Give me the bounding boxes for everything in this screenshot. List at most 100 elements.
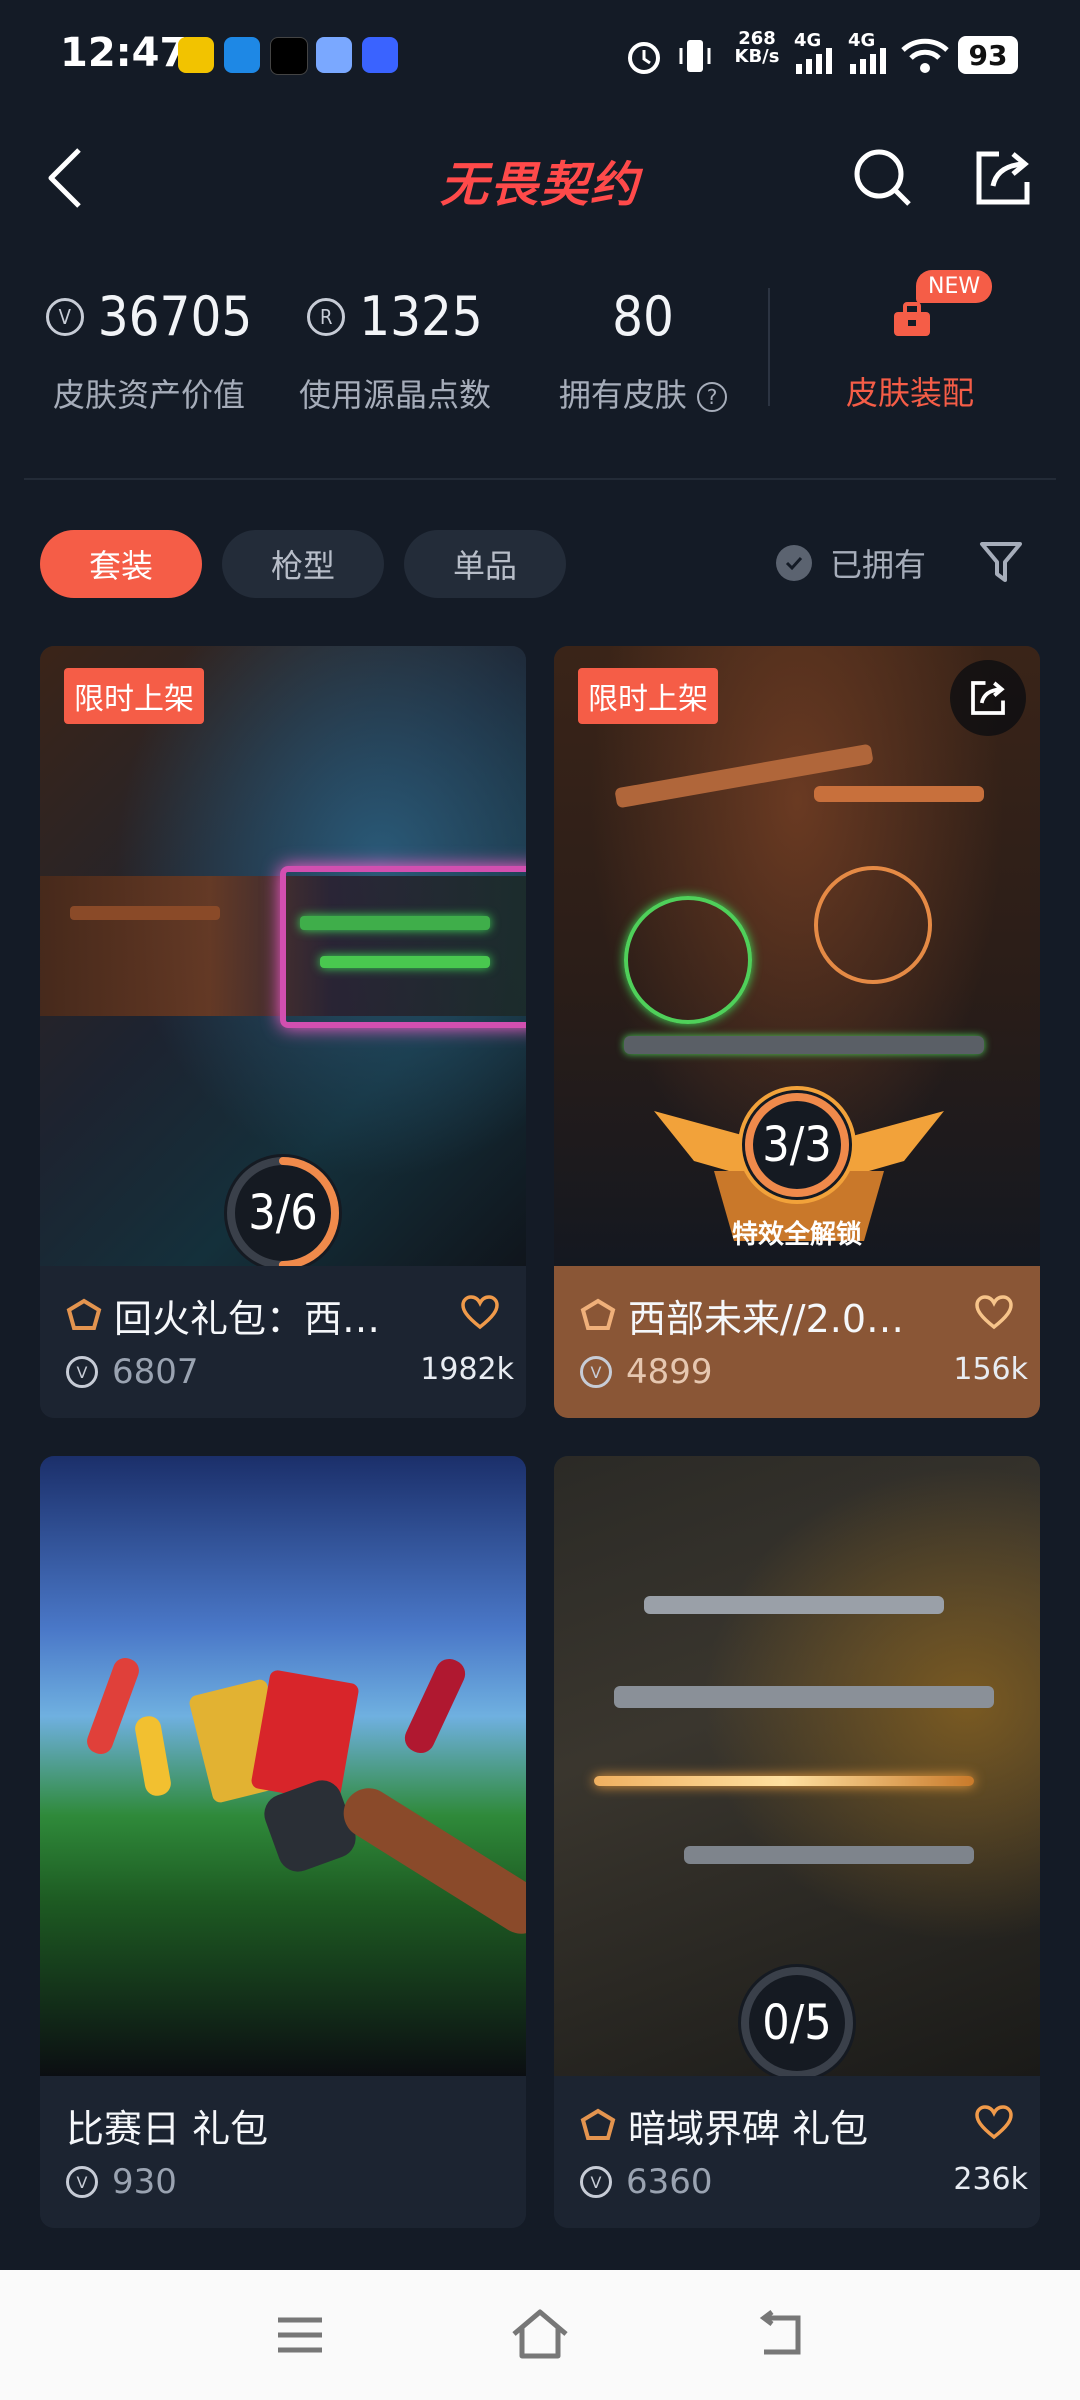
weapon-shape	[320, 956, 490, 968]
bundle-price: 930	[112, 2162, 177, 2202]
bundle-card[interactable]: 比赛日 礼包 V 930	[40, 1456, 526, 2228]
bundle-price: 4899	[626, 1352, 713, 1392]
bundle-card[interactable]: 限时上架 3/3 特效全解锁 西部未来//2.0… V 4899 156k	[554, 646, 1040, 1418]
blade-shape	[594, 1776, 974, 1786]
tier-icon	[580, 2108, 616, 2140]
card-footer: 暗域界碑 礼包 V 6360 236k	[554, 2076, 1040, 2228]
progress-text: 0/5	[762, 1995, 832, 2051]
stat-label: 拥有皮肤	[558, 376, 687, 414]
stat-owned-skins[interactable]: 80 拥有皮肤 ?	[548, 285, 738, 416]
share-card-button[interactable]	[950, 660, 1026, 736]
search-button[interactable]	[848, 143, 918, 213]
favorite-button[interactable]	[460, 1294, 500, 1334]
charm-shape	[133, 1714, 173, 1798]
home-icon	[512, 2309, 568, 2359]
weapon-shape	[300, 916, 490, 930]
filter-button[interactable]	[978, 540, 1024, 588]
bundle-price: 6360	[626, 2162, 713, 2202]
bundle-name: 回火礼包：西…	[114, 1297, 381, 1341]
bundle-name: 比赛日 礼包	[66, 2107, 269, 2151]
like-count: 156k	[953, 1352, 1028, 1387]
heart-icon	[975, 1295, 1013, 1330]
tier-icon	[66, 1298, 102, 1330]
owned-filter[interactable]: 已拥有	[776, 540, 926, 586]
heart-icon	[975, 2105, 1013, 2140]
wifi-icon	[900, 36, 950, 80]
bundle-image: 0/5	[554, 1456, 1040, 2082]
share-icon	[976, 151, 1030, 205]
signal-icon	[848, 48, 892, 78]
status-time: 12:47	[60, 30, 188, 76]
stat-value: 1325	[359, 285, 483, 348]
app-icon	[178, 37, 214, 73]
back-nav-button[interactable]	[750, 2310, 810, 2364]
valorant-point-icon: V	[66, 1356, 98, 1388]
stat-radianite: R 1325 使用源晶点数	[284, 285, 506, 416]
page-title: 无畏契约	[439, 157, 640, 213]
checkbox-icon[interactable]	[776, 545, 812, 581]
help-icon[interactable]: ?	[697, 382, 728, 412]
app-icon	[362, 37, 398, 73]
menu-icon	[278, 2317, 322, 2353]
funnel-icon	[980, 542, 1022, 582]
valorant-point-icon: V	[580, 1356, 612, 1388]
stat-value: 80	[612, 285, 674, 348]
arm-shape	[334, 1778, 526, 1944]
back-icon	[759, 2310, 801, 2355]
favorite-button[interactable]	[974, 1294, 1014, 1334]
like-count: 236k	[953, 2162, 1028, 2197]
progress-text: 3/6	[248, 1185, 318, 1241]
menu-button[interactable]	[270, 2310, 330, 2364]
weapon-shape	[684, 1846, 974, 1864]
valorant-point-icon: V	[66, 2166, 98, 2198]
valorant-point-icon: V	[45, 297, 84, 336]
tab-bundles[interactable]: 套装	[40, 530, 202, 598]
tiktok-icon	[270, 37, 308, 75]
heart-icon	[461, 1295, 499, 1330]
stat-asset-value: V 36705 皮肤资产价值	[38, 285, 260, 416]
lasso-shape	[624, 896, 752, 1024]
tier-icon	[580, 1298, 616, 1330]
new-badge: NEW	[916, 270, 993, 303]
loadout-button[interactable]: NEW 皮肤装配	[800, 268, 1020, 418]
bundle-image: 限时上架 3/6	[40, 646, 526, 1272]
progress-text: 3/3	[762, 1117, 832, 1173]
stats-divider	[768, 288, 770, 406]
charm-shape	[400, 1654, 470, 1758]
stat-label: 皮肤资产价值	[52, 376, 245, 414]
limited-tag: 限时上架	[64, 668, 204, 724]
weapon-shape	[814, 786, 984, 802]
weapon-shape	[624, 1036, 984, 1054]
alarm-icon	[624, 36, 664, 80]
briefcase-icon	[892, 302, 932, 342]
weapon-shape	[70, 906, 220, 920]
share-button[interactable]	[968, 143, 1038, 213]
card-footer: 回火礼包：西… V 6807 1982k	[40, 1266, 526, 1418]
vibrate-icon	[672, 36, 718, 80]
lasso-shape	[814, 866, 932, 984]
collection-progress: 3/3	[738, 1086, 856, 1204]
bundle-card[interactable]: 限时上架 3/6 回火礼包：西… V 6807 1982k	[40, 646, 526, 1418]
unlock-label: 特效全解锁	[731, 1220, 862, 1250]
valorant-point-icon: V	[580, 2166, 612, 2198]
app-icon	[316, 37, 352, 73]
red-card-shape	[250, 1669, 360, 1803]
stat-label: 使用源晶点数	[298, 376, 491, 414]
tab-single-item[interactable]: 单品	[404, 530, 566, 598]
tab-weapon-type[interactable]: 枪型	[222, 530, 384, 598]
bundle-card[interactable]: 0/5 暗域界碑 礼包 V 6360 236k	[554, 1456, 1040, 2228]
app-icon	[224, 37, 260, 73]
battery-level: 93	[958, 36, 1018, 74]
collection-progress: 3/6	[224, 1154, 342, 1272]
weapon-shape	[644, 1596, 944, 1614]
home-button[interactable]	[508, 2306, 572, 2366]
favorite-button[interactable]	[974, 2104, 1014, 2144]
bundle-price: 6807	[112, 1352, 199, 1392]
search-icon	[854, 149, 911, 206]
net-speed: 268 KB/s	[734, 28, 780, 67]
card-footer: 西部未来//2.0… V 4899 156k	[554, 1266, 1040, 1418]
bundle-name: 暗域界碑 礼包	[628, 2107, 869, 2151]
status-bar: 12:47 268 KB/s 4G 4G 93	[0, 0, 1080, 115]
signal-icon	[794, 48, 838, 78]
radianite-icon: R	[307, 297, 346, 336]
